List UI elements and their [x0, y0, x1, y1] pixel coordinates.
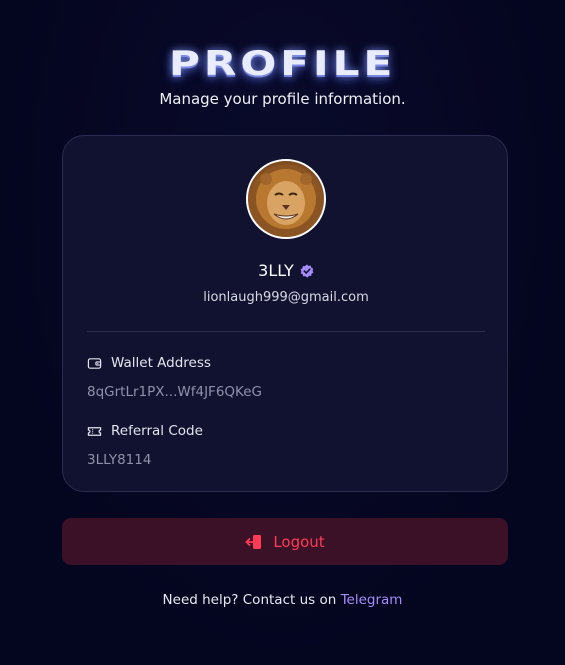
telegram-link[interactable]: Telegram: [341, 592, 403, 608]
referral-code-value: 3LLY8114: [87, 452, 152, 468]
wallet-address-label: Wallet Address: [111, 355, 211, 371]
divider: [87, 331, 485, 332]
logout-icon: [245, 534, 262, 549]
page-title: PROFILE: [168, 44, 397, 84]
wallet-address-value: 8qGrtLr1PX...Wf4JF6QKeG: [87, 384, 262, 400]
page-subtitle: Manage your profile information.: [159, 90, 406, 108]
lion-avatar-image: [250, 165, 322, 237]
wallet-icon: [87, 357, 102, 369]
verified-badge-icon: [300, 264, 314, 278]
referral-code-label-row: Referral Code: [87, 423, 203, 439]
avatar: [246, 159, 326, 239]
username: 3LLY: [258, 261, 294, 280]
wallet-address-label-row: Wallet Address: [87, 355, 211, 371]
profile-card: 3LLY lionlaugh999@gmail.com Wallet Addre…: [62, 135, 508, 492]
logout-label: Logout: [273, 532, 325, 551]
logout-button[interactable]: Logout: [62, 518, 508, 565]
referral-code-label: Referral Code: [111, 423, 203, 439]
user-email: lionlaugh999@gmail.com: [203, 290, 369, 305]
help-text: Need help? Contact us on: [162, 592, 337, 608]
ticket-icon: [87, 426, 102, 436]
username-row: 3LLY: [63, 261, 509, 280]
help-text-row: Need help? Contact us on Telegram: [0, 592, 565, 608]
profile-page: PROFILE Manage your profile information.: [0, 0, 565, 665]
